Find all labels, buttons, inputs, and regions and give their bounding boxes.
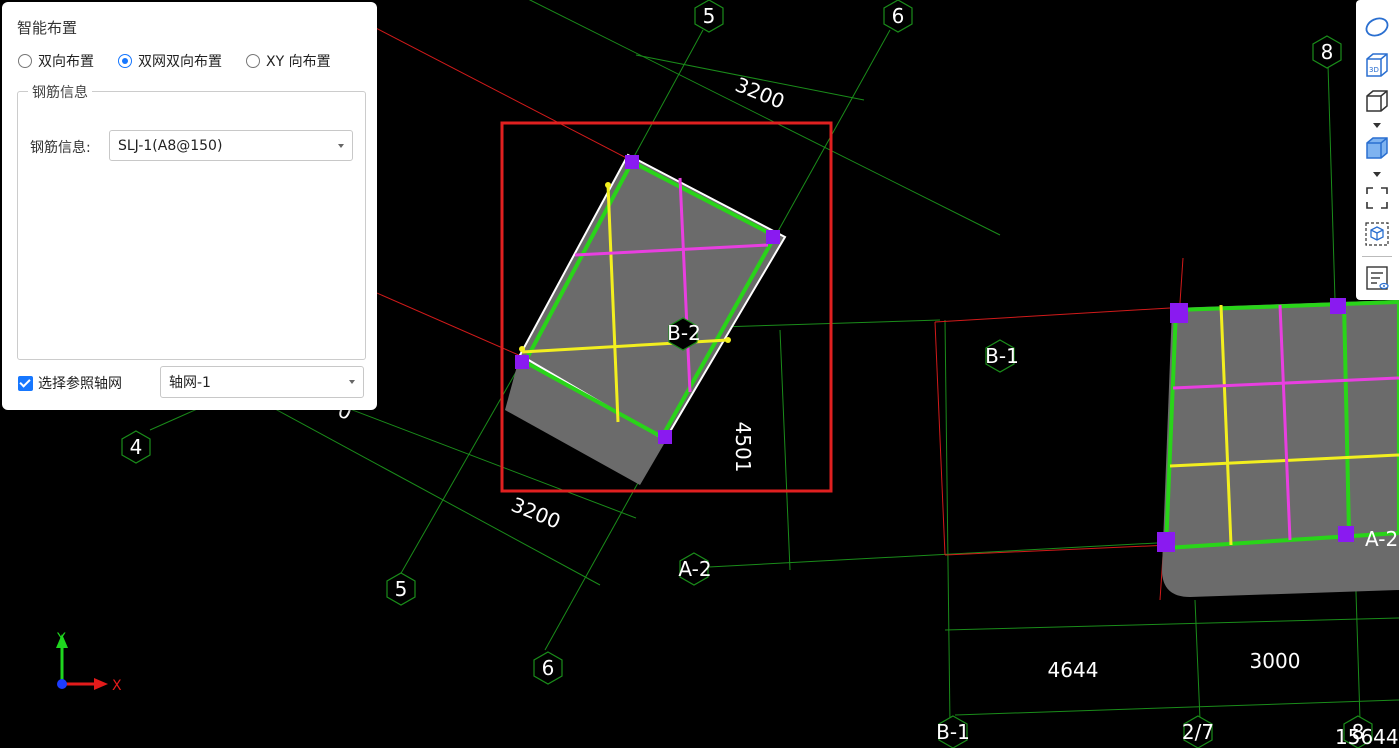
group-legend: 钢筋信息 bbox=[28, 82, 92, 102]
radio-label: 双向布置 bbox=[38, 54, 94, 70]
chevron-down-icon bbox=[349, 380, 355, 384]
dimension-label: 3200 bbox=[508, 492, 564, 533]
region-select-icon[interactable] bbox=[1362, 183, 1392, 213]
checkbox-checked[interactable] bbox=[18, 375, 33, 391]
radio-label: 双网双向布置 bbox=[138, 54, 222, 70]
dimension-label: 4644 bbox=[1048, 658, 1099, 682]
radio-button[interactable] bbox=[18, 54, 32, 68]
chevron-down-icon[interactable] bbox=[1373, 172, 1381, 177]
radio-button-checked[interactable] bbox=[118, 54, 132, 68]
mode-xy-radio[interactable]: XY 向布置 bbox=[246, 51, 331, 71]
orbit-icon[interactable] bbox=[1362, 12, 1392, 42]
y-axis-label: Y bbox=[56, 631, 66, 647]
select-value: SLJ-1(A8@150) bbox=[118, 137, 223, 154]
mode-double-mesh-radio[interactable]: 双网双向布置 bbox=[118, 51, 222, 71]
dimension-label: 15644 bbox=[1335, 725, 1399, 748]
rebar-info-group: 钢筋信息 钢筋信息: SLJ-1(A8@150) bbox=[17, 82, 366, 360]
select-value: 轴网-1 bbox=[169, 375, 211, 391]
mode-bidirectional-radio[interactable]: 双向布置 bbox=[18, 51, 94, 71]
axis-label: 5 bbox=[395, 577, 408, 601]
chevron-down-icon[interactable] bbox=[1373, 123, 1381, 128]
component-box-icon[interactable] bbox=[1362, 219, 1392, 249]
axis-label: 5 bbox=[703, 4, 716, 28]
toolbar-divider bbox=[1362, 256, 1392, 257]
axis-label: 6 bbox=[542, 656, 555, 680]
smart-layout-panel: 智能布置 双向布置 双网双向布置 XY 向布置 钢筋信息 钢筋信息: SLJ-1… bbox=[2, 2, 377, 410]
view-toolbar: 3D bbox=[1356, 0, 1399, 300]
axis-label: 2/7 bbox=[1182, 720, 1214, 744]
checkbox-label: 选择参照轴网 bbox=[38, 376, 122, 392]
axis-label: A-2 bbox=[678, 557, 711, 581]
dimension-label: 3200 bbox=[732, 72, 788, 113]
solid-view-icon[interactable] bbox=[1362, 133, 1392, 163]
axis-label: B-1 bbox=[936, 720, 970, 744]
dimension-label: 3000 bbox=[1250, 649, 1301, 673]
axis-label: B-1 bbox=[985, 344, 1019, 368]
axis-gizmo: Y X bbox=[56, 631, 122, 694]
axis-label: 6 bbox=[892, 4, 905, 28]
svg-text:3D: 3D bbox=[1369, 66, 1379, 74]
slab-label: B-2 bbox=[667, 321, 701, 345]
x-axis-label: X bbox=[112, 678, 122, 694]
ref-grid-checkbox[interactable]: 选择参照轴网 bbox=[18, 373, 122, 393]
axis-label: 8 bbox=[1321, 40, 1334, 64]
slab-a2[interactable] bbox=[1157, 298, 1399, 597]
rebar-info-label: 钢筋信息: bbox=[30, 140, 91, 156]
rebar-info-select[interactable]: SLJ-1(A8@150) bbox=[109, 130, 353, 161]
ref-grid-select[interactable]: 轴网-1 bbox=[160, 366, 364, 398]
panel-title: 智能布置 bbox=[17, 19, 78, 37]
chevron-down-icon bbox=[338, 143, 344, 148]
view-3d-icon[interactable]: 3D bbox=[1362, 50, 1392, 80]
radio-label: XY 向布置 bbox=[266, 54, 331, 70]
axis-label: 4 bbox=[130, 435, 143, 459]
slab-label: A-2 bbox=[1365, 527, 1398, 551]
dimension-label: 4501 bbox=[731, 422, 755, 473]
layout-mode-group: 双向布置 双网双向布置 XY 向布置 bbox=[18, 51, 331, 71]
properties-view-icon[interactable] bbox=[1362, 263, 1392, 293]
radio-button[interactable] bbox=[246, 54, 260, 68]
box-view-icon[interactable] bbox=[1362, 86, 1392, 116]
